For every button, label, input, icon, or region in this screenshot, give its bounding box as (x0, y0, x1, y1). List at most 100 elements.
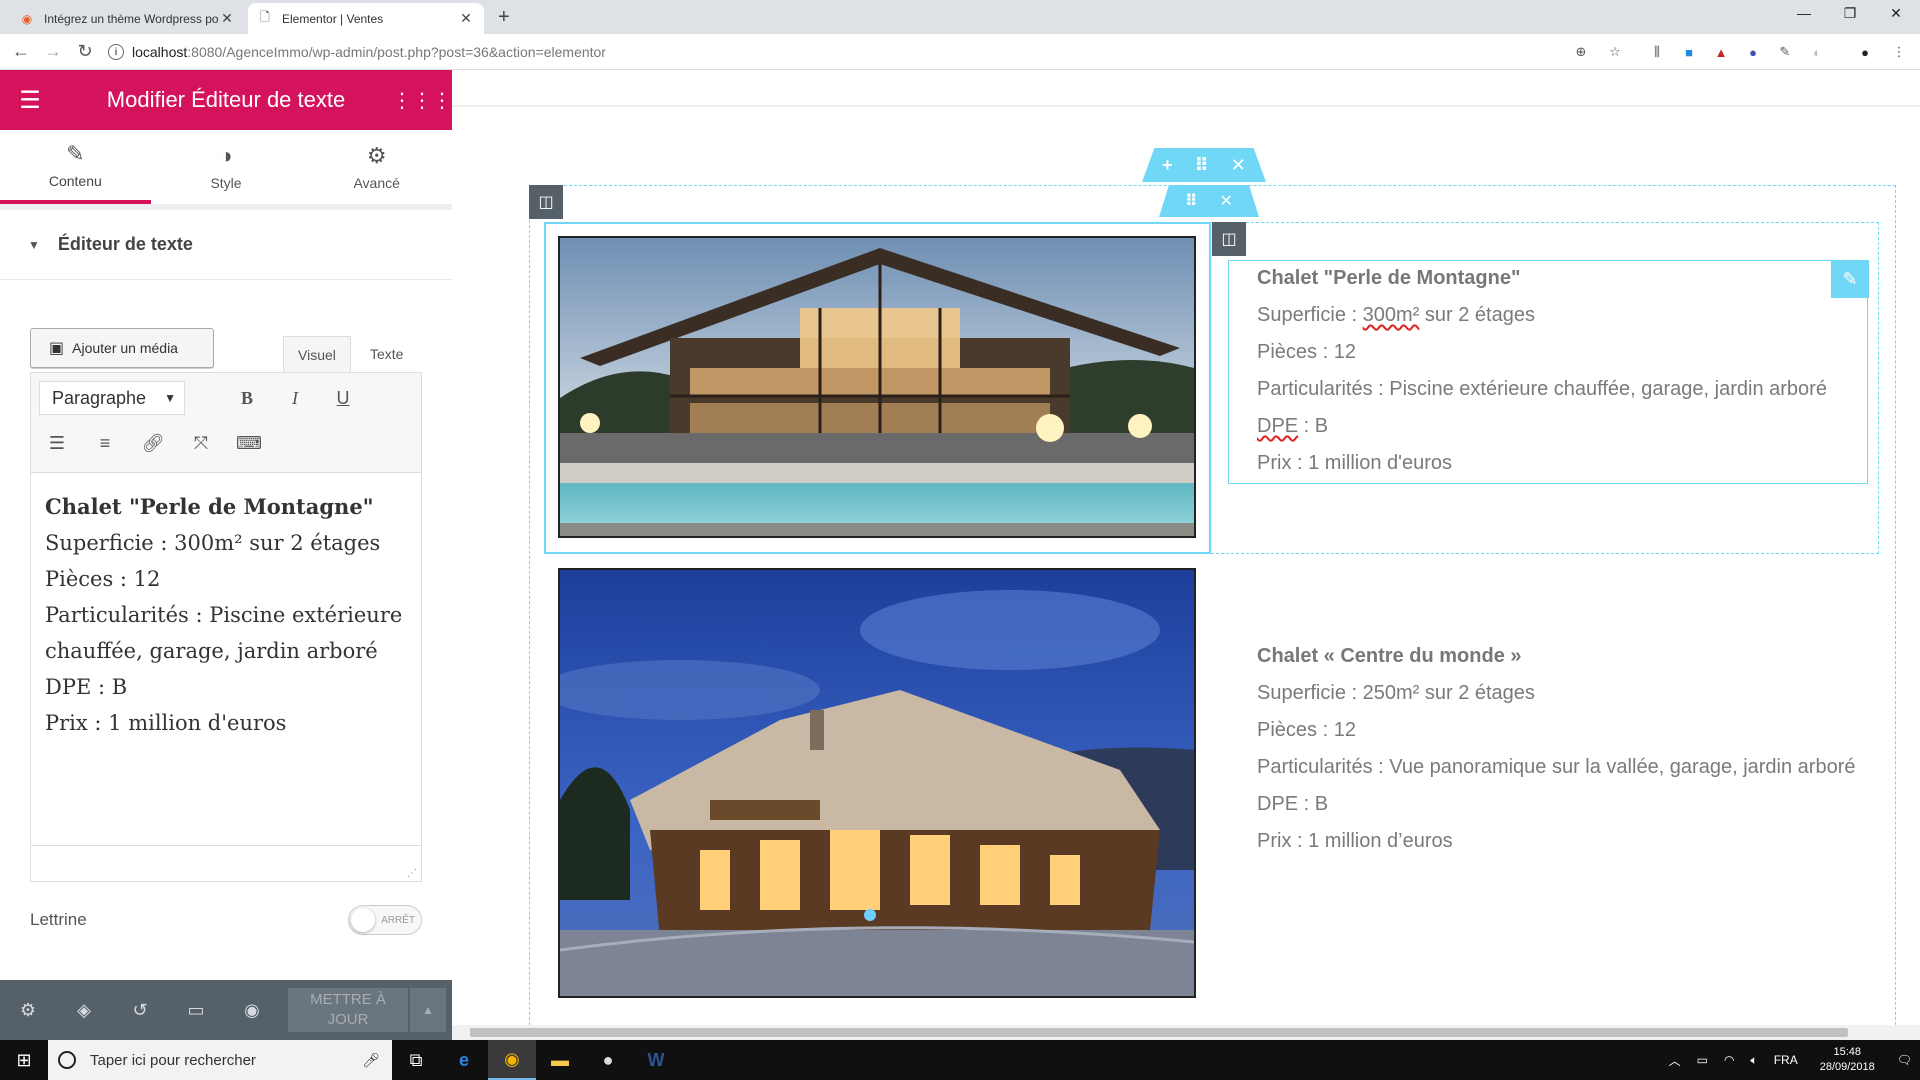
underline-icon[interactable]: U (329, 384, 357, 412)
history-icon[interactable]: ↺ (112, 980, 168, 1040)
extension-bars-icon[interactable]: ⫼ (1648, 43, 1666, 61)
chalet-centre-photo[interactable] (558, 568, 1196, 998)
url-field[interactable]: i localhost:8080/AgenceImmo/wp-admin/pos… (108, 39, 1638, 65)
delete-inner-section-icon[interactable]: ✕ (1220, 191, 1233, 211)
format-select[interactable]: Paragraphe ▼ (39, 381, 185, 415)
minimize-button[interactable]: — (1784, 5, 1824, 21)
task-view-icon[interactable]: ⧉ (392, 1040, 440, 1080)
file-explorer-icon[interactable]: ▬ (536, 1040, 584, 1080)
github-icon[interactable]: ● (584, 1040, 632, 1080)
navigator-layers-icon[interactable]: ◈ (56, 980, 112, 1040)
language-indicator[interactable]: FRA (1774, 1053, 1798, 1067)
tab-text[interactable]: Texte (356, 336, 417, 372)
add-media-label: Ajouter un média (72, 340, 178, 356)
zoom-icon[interactable]: ⊕ (1572, 43, 1590, 61)
listing-1-text[interactable]: Chalet "Perle de Montagne" Superficie : … (1257, 260, 1867, 482)
chalet-pool-illustration (560, 238, 1194, 536)
fullscreen-icon[interactable]: ⤧ (187, 429, 215, 457)
chevron-up-icon[interactable]: ︿ (1669, 1052, 1681, 1069)
editor-line: DPE : B (45, 675, 128, 699)
tab-visual[interactable]: Visuel (283, 336, 351, 372)
drag-handle-icon[interactable]: ⠿ (1185, 191, 1198, 211)
bold-icon[interactable]: B (233, 384, 261, 412)
browser-tab-2[interactable]: 🗋 Elementor | Ventes ✕ (248, 3, 484, 34)
disabled-extension-icon[interactable]: ◐ (1808, 43, 1826, 61)
extension-blue-icon[interactable]: ■ (1680, 43, 1698, 61)
listing-1-price: Prix : 1 million d'euros (1257, 452, 1452, 474)
forward-arrow-icon[interactable]: → (42, 41, 64, 62)
close-tab-icon[interactable]: ✕ (219, 10, 235, 27)
cortana-circle-icon (58, 1051, 76, 1069)
column-edit-icon[interactable]: ◫ (1212, 222, 1246, 256)
url-path: :8080/AgenceImmo/wp-admin/post.php?post=… (187, 44, 606, 60)
address-bar-row: ← → ↻ i localhost:8080/AgenceImmo/wp-adm… (0, 34, 1920, 70)
chrome-icon[interactable]: ◉ (488, 1040, 536, 1080)
tab-title: Elementor | Ventes (282, 11, 384, 26)
tab-avance[interactable]: ⚙ Avancé (301, 130, 452, 204)
bookmark-star-icon[interactable]: ☆ (1606, 43, 1624, 61)
menu-dots-icon[interactable]: ⋮ (1890, 43, 1908, 61)
panel-tabs: ✎ Contenu ◑ Style ⚙ Avancé (0, 130, 452, 204)
eyedropper-extension-icon[interactable]: ✎ (1776, 43, 1794, 61)
link-icon[interactable]: 🔗︎ (139, 429, 167, 457)
dropcap-toggle[interactable]: ARRÊT (348, 905, 422, 935)
listing-2-text[interactable]: Chalet « Centre du monde » Superficie : … (1257, 638, 1867, 860)
editor-toolbar: Paragraphe ▼ B I U ☰ ≡ 🔗︎ ⤧ ⌨ (31, 373, 421, 473)
new-tab-button[interactable]: + (498, 6, 510, 29)
add-media-button[interactable]: ▣ Ajouter un média (30, 328, 214, 368)
listing-1-features: Particularités : Piscine extérieure chau… (1257, 378, 1827, 400)
editor-content[interactable]: Chalet "Perle de Montagne" Superficie : … (31, 473, 421, 757)
listing-1-name: Chalet "Perle de Montagne" (1257, 267, 1521, 289)
close-window-button[interactable]: ✕ (1876, 5, 1916, 22)
elementor-panel: ☰ Modifier Éditeur de texte ⋮⋮⋮ ✎ Conten… (0, 70, 452, 1040)
listing-2-area: Superficie : 250m² sur 2 étages (1257, 682, 1535, 704)
close-tab-icon[interactable]: ✕ (458, 10, 474, 27)
hamburger-menu-icon[interactable]: ☰ (0, 70, 60, 130)
column-layout-icon[interactable]: ◫ (529, 185, 563, 219)
reload-icon[interactable]: ↻ (74, 41, 96, 62)
taskbar-search[interactable]: Taper ici pour rechercher 🎤︎ (48, 1040, 392, 1080)
back-arrow-icon[interactable]: ← (10, 41, 32, 62)
responsive-desktop-icon[interactable]: ▭ (168, 980, 224, 1040)
delete-section-icon[interactable]: ✕ (1231, 155, 1246, 176)
horizontal-scrollbar[interactable] (452, 1025, 1920, 1040)
section-header[interactable]: ▼ Éditeur de texte (0, 210, 452, 280)
update-button[interactable]: METTRE À JOUR (288, 988, 408, 1032)
drag-handle-icon[interactable]: ⠿ (1195, 155, 1209, 176)
tab-visual-label: Visuel (298, 346, 336, 363)
info-icon[interactable]: i (108, 44, 124, 60)
maximize-button[interactable]: ❐ (1830, 5, 1870, 22)
add-section-plus-icon[interactable]: + (1162, 155, 1173, 176)
volume-icon[interactable]: 🔈︎ (1751, 1053, 1758, 1068)
resize-grip-icon[interactable]: ⋰ (407, 868, 417, 879)
battery-icon[interactable]: ▭ (1697, 1053, 1708, 1067)
browser-tab-1[interactable]: ◉ Intégrez un thème Wordpress po ✕ (10, 3, 245, 34)
panel-header: ☰ Modifier Éditeur de texte ⋮⋮⋮ (0, 70, 452, 130)
edge-icon[interactable]: e (440, 1040, 488, 1080)
italic-icon[interactable]: I (281, 384, 309, 412)
tab-contenu[interactable]: ✎ Contenu (0, 130, 151, 204)
pdf-extension-icon[interactable]: ▲ (1712, 43, 1730, 61)
scrollbar-thumb[interactable] (470, 1028, 1848, 1037)
dpe-label-spellcheck: DPE (1257, 415, 1299, 437)
wifi-icon[interactable]: ◠ (1724, 1053, 1734, 1067)
word-icon[interactable]: W (632, 1040, 680, 1080)
numbered-list-icon[interactable]: ≡ (91, 429, 119, 457)
widgets-grid-icon[interactable]: ⋮⋮⋮ (392, 88, 452, 113)
profile-avatar-icon[interactable]: ● (1856, 43, 1874, 61)
update-options-chevron-icon[interactable]: ▲ (410, 988, 446, 1032)
windows-start-icon[interactable]: ⊞ (0, 1040, 48, 1080)
bullet-list-icon[interactable]: ☰ (43, 429, 71, 457)
microphone-icon[interactable]: 🎤︎ (362, 1052, 380, 1069)
settings-gear-icon[interactable]: ⚙ (0, 980, 56, 1040)
media-icon: ▣ (49, 340, 65, 357)
preview-eye-icon[interactable]: ◉ (224, 980, 280, 1040)
clock[interactable]: 15:48 28/09/2018 (1820, 1045, 1875, 1075)
section-handle: + ⠿ ✕ (1142, 148, 1266, 182)
keyboard-toolbar-toggle-icon[interactable]: ⌨ (235, 429, 263, 457)
chalet-perle-photo[interactable] (558, 236, 1196, 538)
notifications-icon[interactable]: 🗨︎ (1897, 1053, 1912, 1067)
tab-style[interactable]: ◑ Style (151, 130, 302, 204)
globe-extension-icon[interactable]: ● (1744, 43, 1762, 61)
wysiwyg-editor: Paragraphe ▼ B I U ☰ ≡ 🔗︎ ⤧ ⌨ Chalet "Pe… (30, 372, 422, 882)
